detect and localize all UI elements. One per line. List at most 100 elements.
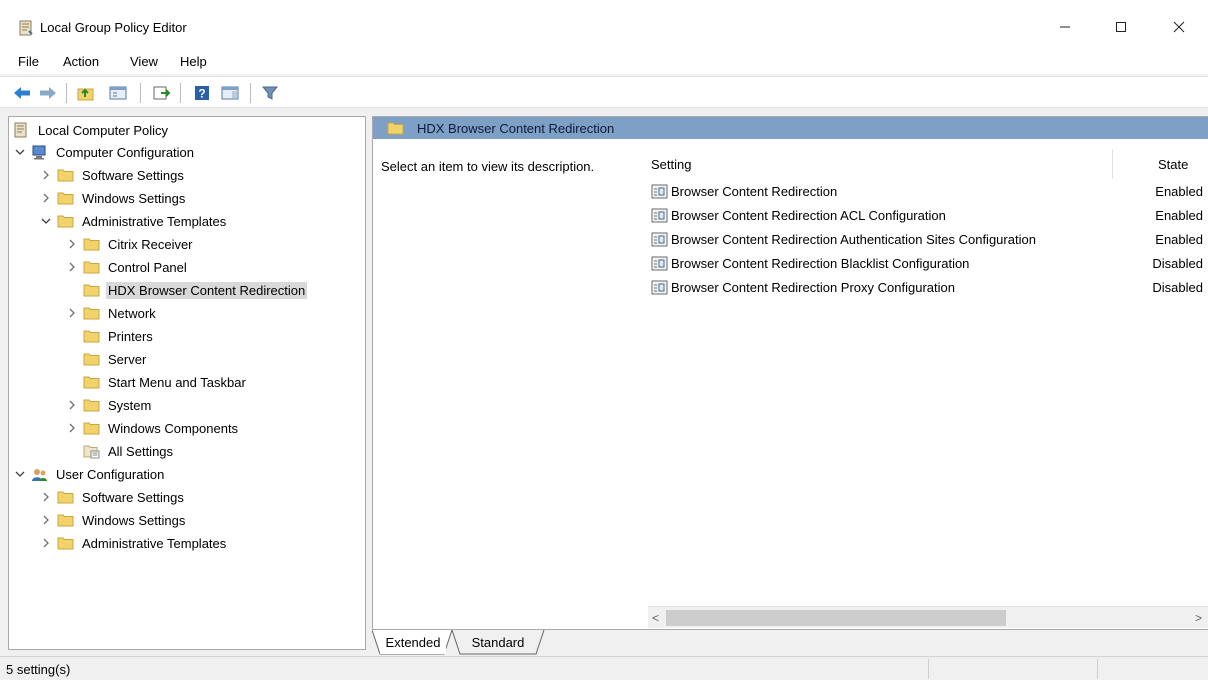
chevron-right-icon[interactable]: [65, 233, 79, 255]
tree-item-label: Start Menu and Taskbar: [108, 374, 246, 390]
help-button[interactable]: ?: [192, 83, 212, 103]
minimize-icon: [1060, 26, 1070, 28]
menu-action[interactable]: Action: [63, 54, 99, 69]
setting-row[interactable]: Browser Content Redirection Proxy Config…: [649, 277, 1208, 299]
folder-icon: [83, 421, 100, 436]
tree-item-label: Computer Configuration: [56, 144, 195, 160]
chevron-right-icon[interactable]: [65, 302, 79, 324]
show-hide-tree-button[interactable]: [108, 83, 128, 103]
tree-item-label: Citrix Receiver: [108, 236, 193, 252]
details-header-title: HDX Browser Content Redirection: [417, 121, 615, 136]
tree-item-label: Network: [108, 305, 156, 321]
up-folder-button[interactable]: [76, 83, 96, 103]
tree-item-label: Server: [108, 351, 147, 367]
status-separator: [1097, 659, 1098, 679]
tree-item-windows-settings[interactable]: Windows Settings: [39, 187, 187, 209]
chevron-right-icon[interactable]: [39, 486, 53, 508]
tree-item-all-settings[interactable]: All Settings: [83, 440, 175, 462]
folder-icon: [387, 122, 404, 135]
forward-icon: [40, 87, 56, 99]
menu-view[interactable]: View: [130, 54, 158, 69]
tree-item-software-settings[interactable]: Software Settings: [39, 164, 186, 186]
filter-icon: [262, 86, 278, 100]
tree-item-user-administrative-templates[interactable]: Administrative Templates: [39, 532, 228, 554]
tree-item-network[interactable]: Network: [65, 302, 158, 324]
tree-item-local-computer-policy[interactable]: Local Computer Policy: [13, 119, 170, 141]
tree-item-windows-components[interactable]: Windows Components: [65, 417, 240, 439]
back-button[interactable]: [12, 83, 32, 103]
tree-item-computer-configuration[interactable]: Computer Configuration: [13, 141, 196, 163]
tab-extended[interactable]: Extended: [380, 630, 446, 654]
tree-item-system[interactable]: System: [65, 394, 153, 416]
tree-item-printers[interactable]: Printers: [83, 325, 155, 347]
tree-item-hdx-browser-content-redirection[interactable]: HDX Browser Content Redirection: [83, 279, 308, 301]
chevron-down-icon[interactable]: [13, 141, 27, 163]
column-header-state[interactable]: State: [1158, 157, 1188, 172]
chevron-down-icon[interactable]: [13, 463, 27, 485]
setting-row[interactable]: Browser Content Redirection Authenticati…: [649, 229, 1208, 251]
setting-name: Browser Content Redirection Authenticati…: [671, 232, 1036, 247]
computer-icon: [31, 145, 48, 160]
tree-item-user-windows-settings[interactable]: Windows Settings: [39, 509, 187, 531]
menu-help[interactable]: Help: [180, 54, 207, 69]
tree-item-label: Windows Settings: [82, 190, 186, 206]
tree-item-label: Administrative Templates: [82, 535, 227, 551]
menu-file[interactable]: File: [18, 54, 39, 69]
folder-icon: [57, 168, 74, 183]
chevron-right-icon[interactable]: [39, 532, 53, 554]
column-header-setting[interactable]: Setting: [651, 157, 691, 172]
close-button[interactable]: [1156, 10, 1202, 44]
setting-name: Browser Content Redirection ACL Configur…: [671, 208, 946, 223]
tree-item-label: Administrative Templates: [82, 213, 227, 229]
tree-item-citrix-receiver[interactable]: Citrix Receiver: [65, 233, 195, 255]
show-hide-action-pane-button[interactable]: [220, 83, 240, 103]
setting-state: Enabled: [1155, 232, 1203, 247]
status-bar: 5 setting(s): [0, 656, 1208, 680]
scroll-left-button[interactable]: <: [652, 611, 659, 625]
folder-icon: [83, 237, 100, 252]
chevron-right-icon[interactable]: [39, 164, 53, 186]
maximize-button[interactable]: [1098, 10, 1144, 44]
folder-icon: [57, 490, 74, 505]
tree-item-administrative-templates[interactable]: Administrative Templates: [39, 210, 228, 232]
chevron-right-icon[interactable]: [39, 187, 53, 209]
tree-item-label: Software Settings: [82, 167, 184, 183]
tree-item-label: System: [108, 397, 152, 413]
column-divider[interactable]: [1112, 149, 1113, 179]
tree-item-user-configuration[interactable]: User Configuration: [13, 463, 166, 485]
scrollbar-thumb[interactable]: [666, 610, 1006, 626]
setting-row[interactable]: Browser Content Redirection Blacklist Co…: [649, 253, 1208, 275]
chevron-down-icon[interactable]: [39, 210, 53, 232]
folder-icon: [83, 260, 100, 275]
tree-item-user-software-settings[interactable]: Software Settings: [39, 486, 186, 508]
setting-state: Disabled: [1152, 256, 1203, 271]
tree-item-label: Printers: [108, 328, 153, 344]
horizontal-scrollbar[interactable]: < >: [648, 606, 1208, 628]
chevron-right-icon[interactable]: [39, 509, 53, 531]
setting-row[interactable]: Browser Content Redirection Enabled: [649, 181, 1208, 203]
setting-row[interactable]: Browser Content Redirection ACL Configur…: [649, 205, 1208, 227]
forward-button[interactable]: [38, 83, 58, 103]
scroll-right-button[interactable]: >: [1195, 611, 1202, 625]
minimize-button[interactable]: [1042, 10, 1088, 44]
toolbar-separator: [140, 83, 141, 103]
filter-button[interactable]: [260, 83, 280, 103]
tree-item-label: Software Settings: [82, 489, 184, 505]
chevron-right-icon[interactable]: [65, 417, 79, 439]
folder-icon: [57, 191, 74, 206]
chevron-right-icon[interactable]: [65, 256, 79, 278]
tree-item-control-panel[interactable]: Control Panel: [65, 256, 189, 278]
help-icon: ?: [195, 86, 209, 101]
policy-setting-icon: [651, 256, 668, 271]
policy-setting-icon: [651, 184, 668, 199]
policy-icon: [13, 122, 30, 138]
tree-item-start-menu-and-taskbar[interactable]: Start Menu and Taskbar: [83, 371, 248, 393]
policy-setting-icon: [651, 232, 668, 247]
maximize-icon: [1116, 22, 1126, 32]
tree-item-server[interactable]: Server: [83, 348, 148, 370]
tab-standard[interactable]: Standard: [460, 630, 536, 654]
chevron-right-icon[interactable]: [65, 394, 79, 416]
folder-icon: [83, 398, 100, 413]
close-icon: [1173, 21, 1185, 33]
export-list-button[interactable]: [152, 83, 172, 103]
